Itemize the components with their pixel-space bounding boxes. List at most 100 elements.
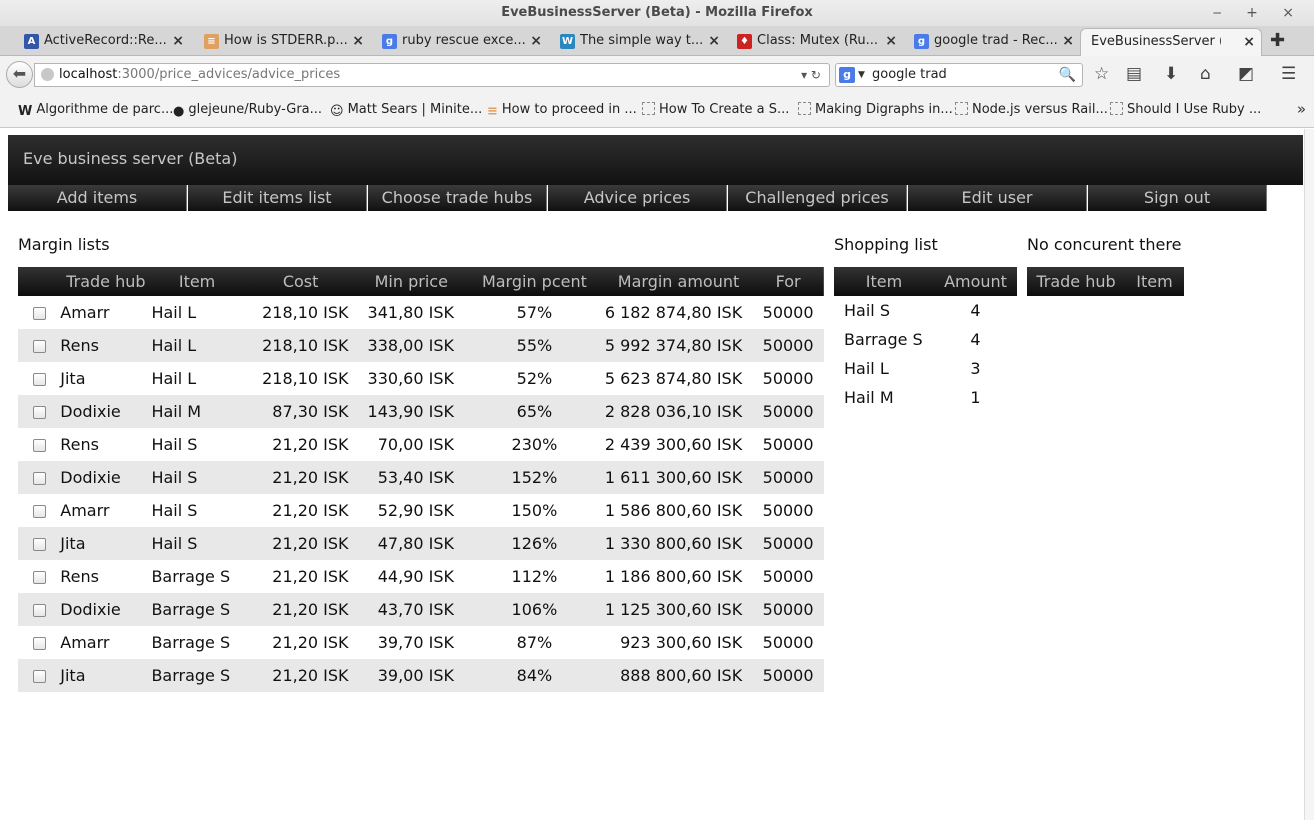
- tab-close-icon[interactable]: ×: [352, 28, 364, 54]
- row-checkbox-cell: [18, 626, 60, 659]
- bookmark-item[interactable]: How To Create a S...: [642, 102, 789, 117]
- stackoverflow-icon: ≡: [487, 104, 498, 119]
- google-icon[interactable]: g: [839, 67, 855, 83]
- menu-sign-out[interactable]: Sign out: [1088, 185, 1267, 211]
- bookmark-item[interactable]: ☺ Matt Sears | Minite...: [330, 102, 482, 119]
- browser-tab[interactable]: g ruby rescue exce... ×: [376, 28, 548, 56]
- tab-close-icon[interactable]: ×: [1243, 29, 1255, 55]
- table-header: Amount: [944, 272, 1007, 291]
- menu-add-items[interactable]: Add items: [8, 185, 187, 211]
- browser-tab[interactable]: ♦ Class: Mutex (Ru... ×: [731, 28, 903, 56]
- addon-icon[interactable]: ◩: [1238, 64, 1254, 84]
- tab-close-icon[interactable]: ×: [1062, 28, 1074, 54]
- menu-edit-items-list[interactable]: Edit items list: [188, 185, 367, 211]
- row-checkbox[interactable]: [32, 604, 46, 617]
- page-icon: [798, 102, 811, 115]
- bookmark-item[interactable]: ≡ How to proceed in ...: [487, 102, 637, 119]
- table-cell: 5 623 874,80 ISK: [604, 369, 743, 388]
- row-checkbox-cell: [18, 659, 60, 692]
- table-header-row: Trade hub Item Cost Min price Margin pce…: [18, 267, 824, 296]
- back-arrow-icon[interactable]: ⬅: [6, 61, 33, 88]
- url-bar[interactable]: localhost:3000/price_advices/advice_pric…: [34, 63, 830, 87]
- table-cell: 50000: [762, 468, 814, 487]
- tab-close-icon[interactable]: ×: [530, 28, 542, 54]
- row-checkbox[interactable]: [32, 670, 46, 683]
- tab-favicon-icon: g: [382, 34, 397, 49]
- table-cell: 1 186 800,60 ISK: [604, 567, 743, 586]
- browser-tab[interactable]: ≡ How is STDERR.p... ×: [198, 28, 370, 56]
- star-icon[interactable]: ☆: [1094, 64, 1109, 84]
- bookmark-label: How To Create a S...: [659, 102, 790, 117]
- window-controls[interactable]: ‒ + ×: [1213, 0, 1304, 26]
- tab-close-icon[interactable]: ×: [708, 28, 720, 54]
- download-icon[interactable]: ⬇: [1164, 64, 1178, 84]
- chevron-down-icon[interactable]: ▼: [858, 64, 865, 86]
- menu-challenged-prices[interactable]: Challenged prices: [728, 185, 907, 211]
- row-checkbox[interactable]: [32, 538, 46, 551]
- row-checkbox[interactable]: [32, 406, 46, 419]
- chevron-right-icon[interactable]: »: [1297, 100, 1306, 118]
- table-cell: Rens: [60, 435, 99, 454]
- table-cell: Hail S: [844, 301, 890, 320]
- table-row: Jita Hail L 218,10 ISK 330,60 ISK 52% 5 623 8…: [18, 362, 824, 395]
- menu-choose-trade-hubs[interactable]: Choose trade hubs: [368, 185, 547, 211]
- browser-tab[interactable]: g google trad - Rec... ×: [908, 28, 1080, 56]
- browser-tab-active[interactable]: EveBusinessServer (... ×: [1080, 28, 1262, 56]
- row-checkbox[interactable]: [32, 307, 46, 320]
- row-checkbox-cell: [18, 362, 60, 395]
- bookmark-item[interactable]: Node.js versus Rail...: [955, 102, 1108, 117]
- row-checkbox[interactable]: [32, 571, 46, 584]
- table-cell: 50000: [762, 600, 814, 619]
- table-cell: 21,20 ISK: [272, 534, 349, 553]
- search-input[interactable]: google trad: [872, 67, 947, 82]
- table-cell: 150%: [511, 501, 558, 520]
- tab-label: The simple way t...: [580, 33, 704, 48]
- bookmark-item[interactable]: ● glejeune/Ruby-Gra...: [173, 102, 322, 119]
- search-bar[interactable]: g ▼ google trad 🔍: [835, 63, 1083, 87]
- tab-close-icon[interactable]: ×: [172, 28, 184, 54]
- hamburger-menu-icon[interactable]: ☰: [1281, 64, 1296, 84]
- table-cell: Amarr: [60, 501, 110, 520]
- bookmark-item[interactable]: Should I Use Ruby ...: [1110, 102, 1261, 117]
- table-row: Barrage S 4: [834, 325, 1017, 354]
- row-checkbox[interactable]: [32, 637, 46, 650]
- table-cell: Amarr: [60, 303, 110, 322]
- table-cell: 21,20 ISK: [272, 468, 349, 487]
- table-cell: Hail M: [151, 402, 202, 421]
- bookmarks-bar: W Algorithme de parc... ● glejeune/Ruby-Gr…: [0, 92, 1314, 128]
- home-icon[interactable]: ⌂: [1200, 64, 1211, 84]
- table-cell: 43,70 ISK: [377, 600, 454, 619]
- clipboard-icon[interactable]: ▤: [1126, 64, 1142, 84]
- new-tab-icon[interactable]: ✚: [1270, 30, 1285, 51]
- browser-tab[interactable]: W The simple way t... ×: [554, 28, 726, 56]
- table-cell: 21,20 ISK: [272, 600, 349, 619]
- table-cell: 923 300,60 ISK: [620, 633, 743, 652]
- row-checkbox[interactable]: [32, 472, 46, 485]
- table-cell: Barrage S: [151, 633, 231, 652]
- table-cell: 1 586 800,60 ISK: [604, 501, 743, 520]
- reload-icon[interactable]: ▾ ↻: [801, 64, 821, 86]
- bookmark-label: Node.js versus Rail...: [972, 102, 1108, 117]
- browser-tab[interactable]: A ActiveRecord::Re... ×: [18, 28, 190, 56]
- bookmark-item[interactable]: Making Digraphs in...: [798, 102, 953, 117]
- bookmark-item[interactable]: W Algorithme de parc...: [18, 102, 173, 119]
- row-checkbox[interactable]: [32, 373, 46, 386]
- row-checkbox[interactable]: [32, 439, 46, 452]
- row-checkbox-cell: [18, 395, 60, 428]
- menu-advice-prices[interactable]: Advice prices: [548, 185, 727, 211]
- row-checkbox[interactable]: [32, 340, 46, 353]
- table-cell: 50000: [762, 666, 814, 685]
- page-scrollbar[interactable]: [1304, 129, 1314, 820]
- table-cell: Barrage S: [151, 600, 231, 619]
- window-title: EveBusinessServer (Beta) - Mozilla Firef…: [501, 5, 813, 20]
- table-row: Dodixie Barrage S 21,20 ISK 43,70 ISK 106% 1 …: [18, 593, 824, 626]
- menu-edit-user[interactable]: Edit user: [908, 185, 1087, 211]
- shopping-table: Item Amount Hail S 4 Barrage S 4 Hail L 3 Hail…: [834, 267, 1017, 412]
- table-cell: 50000: [762, 633, 814, 652]
- search-icon[interactable]: 🔍: [1059, 64, 1076, 86]
- table-cell: 50000: [762, 336, 814, 355]
- nav-bar: ⬅ localhost:3000/price_advices/advice_pr…: [0, 56, 1314, 92]
- row-checkbox[interactable]: [32, 505, 46, 518]
- tab-close-icon[interactable]: ×: [885, 28, 897, 54]
- table-cell: 21,20 ISK: [272, 501, 349, 520]
